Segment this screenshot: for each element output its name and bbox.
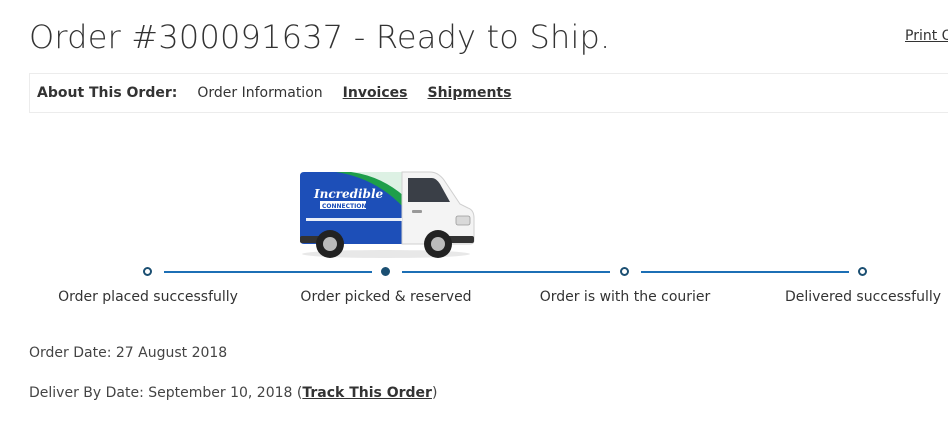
van-brand-text-2: CONNECTION bbox=[322, 203, 367, 210]
delivery-van-icon: Incredible CONNECTION bbox=[300, 171, 475, 258]
track-order-link[interactable]: Track This Order bbox=[302, 385, 432, 401]
nav-label: About This Order: bbox=[37, 85, 178, 101]
order-nav: About This Order: Order Information Invo… bbox=[29, 73, 948, 113]
tab-order-information[interactable]: Order Information bbox=[197, 85, 322, 101]
track-line-3 bbox=[641, 271, 849, 273]
step-label-placed: Order placed successfully bbox=[58, 289, 238, 305]
track-line-2 bbox=[402, 271, 610, 273]
order-progress-tracker: Incredible CONNECTION Order placed succe… bbox=[0, 160, 948, 310]
step-dot-courier bbox=[620, 267, 629, 276]
deliver-by-date: Deliver By Date: September 10, 2018 (Tra… bbox=[29, 385, 437, 401]
step-dot-placed bbox=[143, 267, 152, 276]
order-date: Order Date: 27 August 2018 bbox=[29, 345, 228, 361]
deliver-by-close: ) bbox=[431, 385, 438, 401]
page-title: Order #300091637 - Ready to Ship. bbox=[29, 18, 611, 56]
tab-invoices[interactable]: Invoices bbox=[343, 85, 408, 101]
step-label-picked: Order picked & reserved bbox=[300, 289, 472, 305]
print-order-link[interactable]: Print O bbox=[905, 28, 948, 44]
track-line-1 bbox=[164, 271, 372, 273]
van-brand-text-1: Incredible bbox=[313, 187, 384, 201]
step-label-delivered: Delivered successfully bbox=[784, 289, 942, 305]
tab-shipments[interactable]: Shipments bbox=[428, 85, 512, 101]
deliver-by-text: Deliver By Date: September 10, 2018 ( bbox=[29, 385, 303, 401]
step-dot-picked bbox=[381, 267, 390, 276]
step-dot-delivered bbox=[858, 267, 867, 276]
step-label-courier: Order is with the courier bbox=[539, 289, 711, 305]
